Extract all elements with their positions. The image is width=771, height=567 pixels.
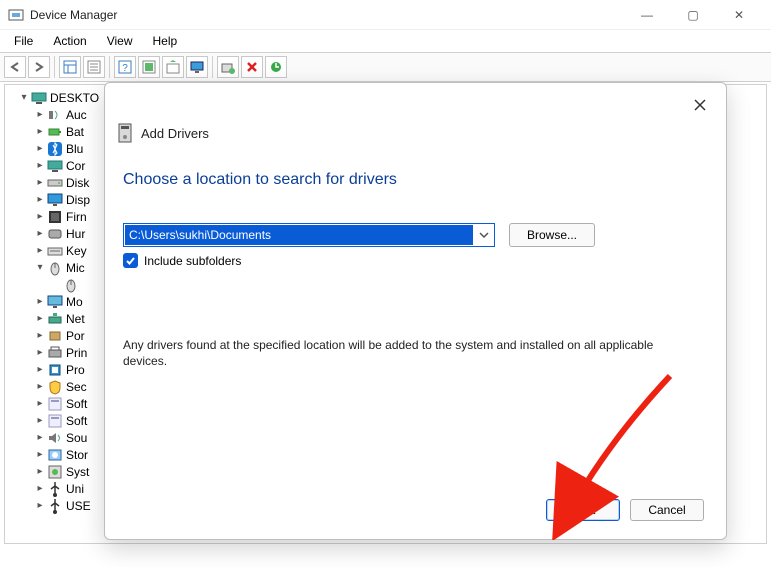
toolbar-scan[interactable]: [138, 56, 160, 78]
toolbar: ?: [0, 52, 771, 82]
include-subfolders-label: Include subfolders: [144, 254, 241, 268]
driver-path-combo[interactable]: C:\Users\sukhi\Documents: [123, 223, 495, 247]
port-icon: [47, 328, 63, 344]
toolbar-update[interactable]: [162, 56, 184, 78]
toolbar-delete[interactable]: [241, 56, 263, 78]
monitor-icon: [190, 60, 204, 74]
display-icon: [47, 192, 63, 208]
drive-icon: [117, 123, 133, 143]
delete-icon: [245, 60, 259, 74]
properties-icon: [87, 60, 101, 74]
keyboard-icon: [47, 243, 63, 259]
dialog-header-text: Add Drivers: [141, 126, 209, 141]
minimize-button[interactable]: —: [633, 5, 661, 25]
toolbar-monitor[interactable]: [186, 56, 208, 78]
toolbar-properties[interactable]: [83, 56, 105, 78]
check-icon: [125, 255, 136, 266]
app-icon: [8, 7, 24, 23]
software-icon: [47, 396, 63, 412]
refresh-icon: [269, 60, 283, 74]
arrow-left-icon: [9, 61, 21, 73]
sound-icon: [47, 430, 63, 446]
disk-icon: [47, 175, 63, 191]
dialog-note: Any drivers found at the specified locat…: [123, 337, 683, 369]
dialog-close-button[interactable]: [688, 93, 712, 117]
storage-icon: [47, 447, 63, 463]
close-icon: [694, 99, 706, 111]
arrow-right-icon: [33, 61, 45, 73]
firmware-icon: [47, 209, 63, 225]
tree-icon: [63, 60, 77, 74]
toolbar-show-hide[interactable]: [59, 56, 81, 78]
hid-icon: [47, 226, 63, 242]
add-drivers-dialog: Add Drivers Choose a location to search …: [104, 82, 727, 540]
computer-icon: [47, 158, 63, 174]
chevron-down-icon[interactable]: [474, 232, 494, 238]
dialog-header: Add Drivers: [117, 123, 209, 143]
titlebar: Device Manager — ▢ ✕: [0, 0, 771, 30]
maximize-button[interactable]: ▢: [679, 5, 707, 25]
next-button[interactable]: Next: [546, 499, 620, 521]
menu-bar: File Action View Help: [0, 30, 771, 52]
mouse-icon: [47, 260, 63, 276]
software-icon: [47, 413, 63, 429]
network-icon: [47, 311, 63, 327]
toolbar-help[interactable]: ?: [114, 56, 136, 78]
menu-help[interactable]: Help: [145, 32, 186, 50]
dialog-title: Choose a location to search for drivers: [123, 171, 397, 189]
include-subfolders-checkbox[interactable]: [123, 253, 138, 268]
cancel-button[interactable]: Cancel: [630, 499, 704, 521]
menu-file[interactable]: File: [6, 32, 41, 50]
printer-icon: [47, 345, 63, 361]
usb-icon: [47, 498, 63, 514]
toolbar-add-driver[interactable]: [217, 56, 239, 78]
scan-icon: [142, 60, 156, 74]
computer-icon: [31, 90, 47, 106]
close-button[interactable]: ✕: [725, 5, 753, 25]
include-subfolders-row[interactable]: Include subfolders: [123, 253, 241, 268]
battery-icon: [47, 124, 63, 140]
bluetooth-icon: [47, 141, 63, 157]
system-icon: [47, 464, 63, 480]
window-title: Device Manager: [30, 8, 117, 22]
monitor-icon: [47, 294, 63, 310]
menu-action[interactable]: Action: [45, 32, 94, 50]
update-icon: [166, 60, 180, 74]
drive-add-icon: [221, 60, 235, 74]
usb-icon: [47, 481, 63, 497]
mouse-icon: [63, 277, 79, 293]
driver-path-value: C:\Users\sukhi\Documents: [125, 225, 473, 245]
toolbar-refresh[interactable]: [265, 56, 287, 78]
menu-view[interactable]: View: [99, 32, 141, 50]
browse-button[interactable]: Browse...: [509, 223, 595, 247]
svg-text:?: ?: [122, 63, 128, 74]
help-icon: ?: [118, 60, 132, 74]
processor-icon: [47, 362, 63, 378]
security-icon: [47, 379, 63, 395]
audio-icon: [47, 107, 63, 123]
toolbar-back[interactable]: [4, 56, 26, 78]
toolbar-forward[interactable]: [28, 56, 50, 78]
